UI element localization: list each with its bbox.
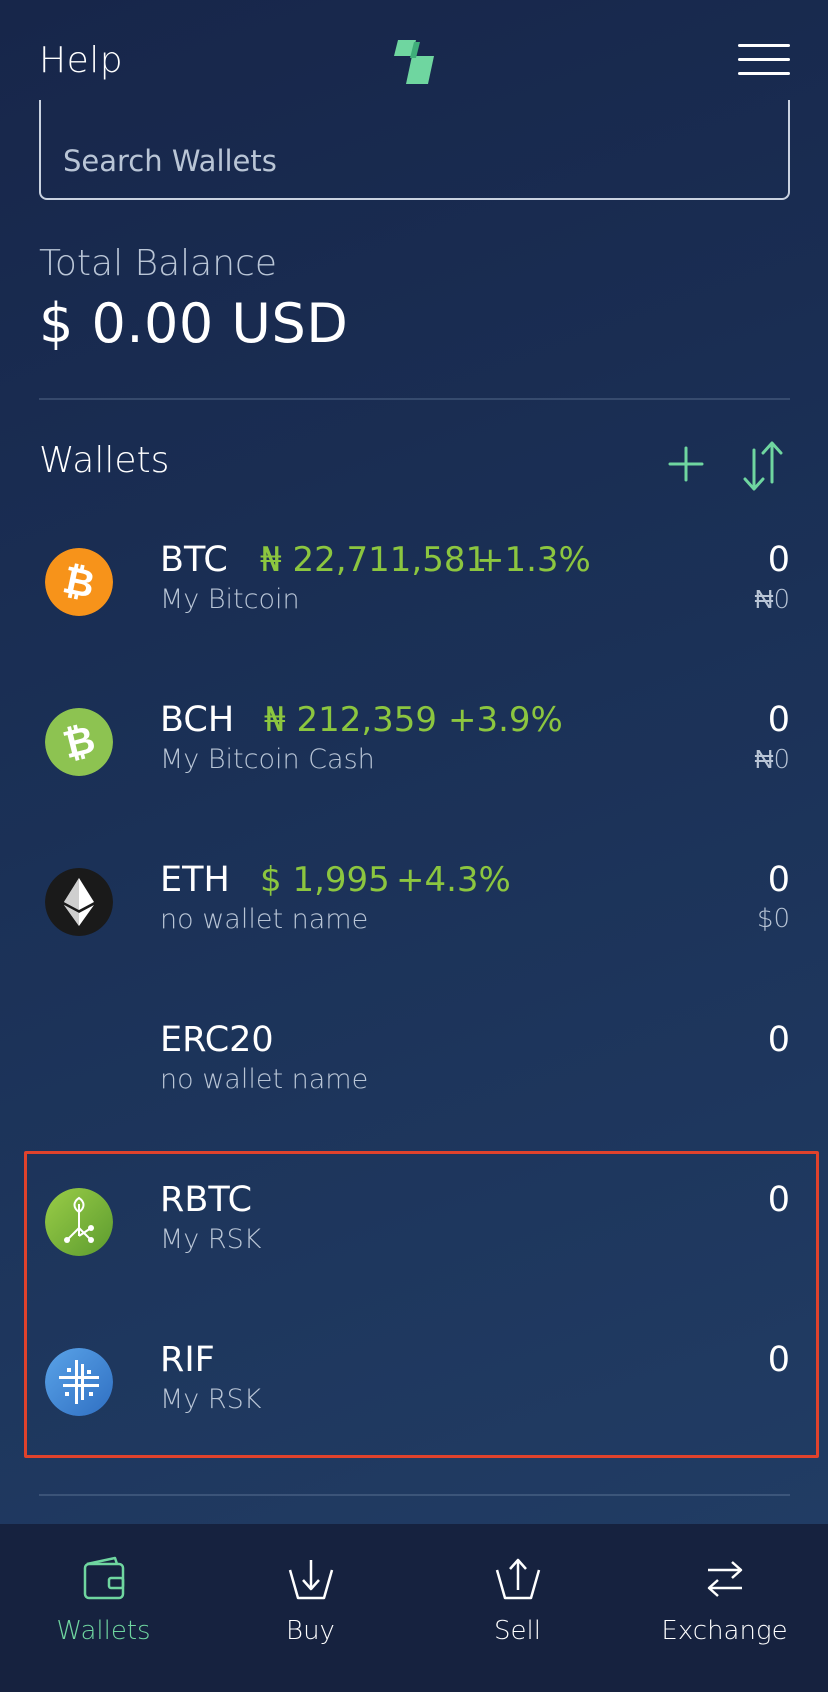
wallet-icon <box>83 1556 125 1600</box>
wallet-change: +1.3% <box>476 540 591 580</box>
wallet-row-bch[interactable]: ₿ BCH ₦ 212,359 +3.9% My Bitcoin Cash 0 … <box>39 700 790 820</box>
wallet-name: no wallet name <box>160 1064 369 1095</box>
hamburger-menu-icon[interactable] <box>738 42 790 78</box>
search-wallets-field[interactable] <box>39 100 790 200</box>
wallet-fiat-value: ₦0 <box>754 585 790 615</box>
plus-icon[interactable] <box>668 446 704 482</box>
wallet-amount: 0 <box>767 1180 790 1220</box>
total-balance-label: Total Balance <box>39 243 277 284</box>
wallet-name: My RSK <box>160 1384 262 1415</box>
total-balance-value: $ 0.00 USD <box>39 292 349 355</box>
wallet-amount: 0 <box>767 860 790 900</box>
wallet-amount: 0 <box>767 1020 790 1060</box>
nav-buy[interactable]: Buy <box>207 1524 414 1692</box>
wallet-ticker: BCH <box>160 700 235 740</box>
nav-sell[interactable]: Sell <box>414 1524 621 1692</box>
wallet-ticker: BTC <box>160 540 228 580</box>
wallet-ticker: ETH <box>160 860 230 900</box>
wallets-title: Wallets <box>39 440 170 481</box>
rsk-icon <box>45 1188 113 1256</box>
wallet-fiat-value: $0 <box>756 904 790 934</box>
nav-buy-label: Buy <box>286 1616 335 1646</box>
bitcoin-cash-icon: ₿ <box>45 708 113 776</box>
nav-exchange[interactable]: Exchange <box>621 1524 828 1692</box>
wallet-change: +3.9% <box>448 700 563 740</box>
wallet-name: My Bitcoin <box>160 584 300 615</box>
divider <box>39 1494 790 1496</box>
wallet-row-rbtc[interactable]: RBTC My RSK 0 <box>39 1180 790 1300</box>
wallet-name: no wallet name <box>160 904 369 935</box>
wallet-ticker: RIF <box>160 1340 215 1380</box>
wallet-name: My Bitcoin Cash <box>160 744 375 775</box>
app-header: Help <box>0 0 828 110</box>
bitcoin-icon: ₿ <box>45 548 113 616</box>
nav-wallets-label: Wallets <box>56 1616 151 1646</box>
wallet-fiat-value: ₦0 <box>754 745 790 775</box>
wallet-amount: 0 <box>767 540 790 580</box>
wallet-ticker: RBTC <box>160 1180 253 1220</box>
search-input[interactable] <box>41 100 788 198</box>
wallet-row-btc[interactable]: ₿ BTC ₦ 22,711,581 +1.3% My Bitcoin 0 ₦0 <box>39 540 790 660</box>
wallet-row-rif[interactable]: RIF My RSK 0 <box>39 1340 790 1460</box>
wallet-price: ₦ 22,711,581 <box>260 540 488 580</box>
wallet-amount: 0 <box>767 1340 790 1380</box>
nav-sell-label: Sell <box>494 1616 541 1646</box>
wallet-change: +4.3% <box>396 860 511 900</box>
sort-arrows-icon[interactable] <box>740 440 786 492</box>
wallet-row-eth[interactable]: ETH $ 1,995 +4.3% no wallet name 0 $0 <box>39 860 790 980</box>
sell-icon <box>495 1558 541 1600</box>
wallet-row-erc20[interactable]: ERC20 no wallet name 0 <box>39 1020 790 1140</box>
wallet-price: $ 1,995 <box>260 860 390 900</box>
help-link[interactable]: Help <box>39 40 123 81</box>
buy-icon <box>288 1560 334 1600</box>
bottom-nav: Wallets Buy Sell Exchange <box>0 1524 828 1692</box>
exodus-logo-icon <box>394 40 434 84</box>
exchange-icon <box>707 1561 743 1597</box>
nav-exchange-label: Exchange <box>661 1616 788 1646</box>
wallet-ticker: ERC20 <box>160 1020 274 1060</box>
nav-wallets[interactable]: Wallets <box>0 1524 207 1692</box>
wallet-price: ₦ 212,359 <box>264 700 438 740</box>
wallet-name: My RSK <box>160 1224 262 1255</box>
rif-icon <box>45 1348 113 1416</box>
divider <box>39 398 790 400</box>
ethereum-icon <box>45 868 113 936</box>
wallet-amount: 0 <box>767 700 790 740</box>
